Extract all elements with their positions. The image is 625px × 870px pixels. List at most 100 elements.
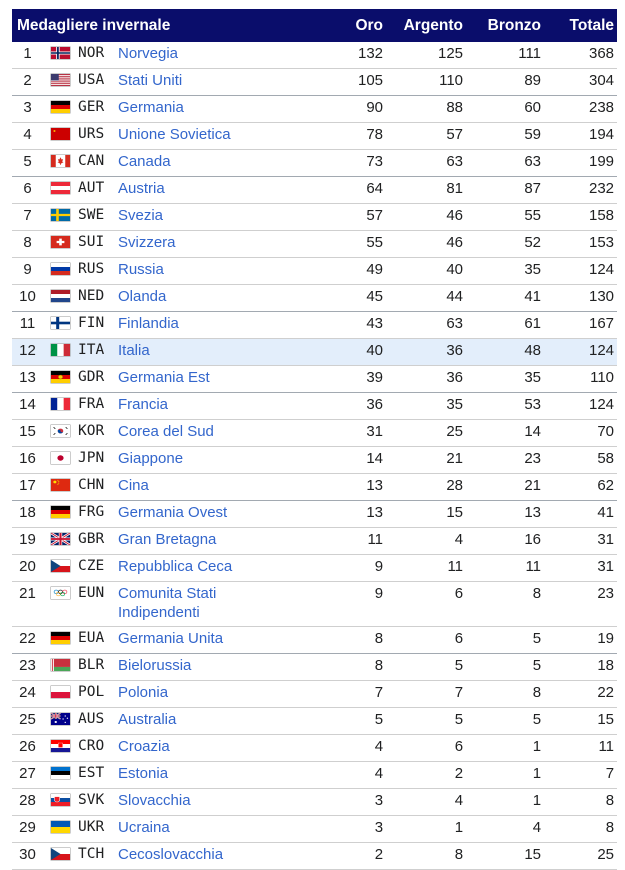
flag-china-icon[interactable] [51,479,70,491]
table-row: 11 FIN Finlandia 43 63 61 167 [12,311,618,339]
country-link[interactable]: Italia [118,342,150,359]
rank-cell: 4 [12,122,43,150]
flag-croatia-icon[interactable] [51,740,70,752]
country-link[interactable]: Germania [118,99,184,116]
flag-ukraine-icon[interactable] [51,821,70,833]
country-link[interactable]: Ucraina [118,819,170,836]
bronze-count: 5 [466,653,545,681]
country-code: AUS [78,707,118,735]
rank-cell: 7 [12,203,43,231]
flag-usa-icon[interactable] [51,74,70,86]
country-link[interactable]: Finlandia [118,315,179,332]
flag-sweden-icon[interactable] [51,209,70,221]
total-count: 31 [544,554,618,582]
bronze-count: 1 [466,734,545,762]
flag-slovakia-icon[interactable] [51,794,70,806]
table-row: 26 CRO Croazia 4 6 1 11 [12,734,618,762]
flag-cell [43,176,78,204]
flag-austria-icon[interactable] [51,182,70,194]
silver-count: 57 [386,122,467,150]
flag-switzerland-icon[interactable] [51,236,70,248]
silver-count: 4 [386,788,467,816]
flag-germany-icon[interactable] [51,101,70,113]
country-link[interactable]: Stati Uniti [118,72,182,89]
flag-canada-icon[interactable] [51,155,70,167]
silver-count: 25 [386,419,467,447]
country-link[interactable]: Norvegia [118,45,178,62]
column-header-total[interactable]: Totale [544,9,618,42]
country-link[interactable]: Cecoslovacchia [118,846,223,863]
country-link[interactable]: Corea del Sud [118,423,214,440]
column-header-silver[interactable]: Argento [386,9,467,42]
country-link[interactable]: Olanda [118,288,166,305]
total-count: 25 [544,842,618,870]
flag-east-germany-icon[interactable] [51,371,70,383]
flag-czech-icon[interactable] [51,848,70,860]
rank-cell: 6 [12,176,43,204]
gold-count: 43 [328,311,387,339]
flag-south-korea-icon[interactable] [51,425,70,437]
country-link[interactable]: Austria [118,180,165,197]
country-link[interactable]: Croazia [118,738,170,755]
flag-uk-icon[interactable] [51,533,70,545]
flag-italy-icon[interactable] [51,344,70,356]
country-name-cell: Cina [118,473,329,501]
flag-japan-icon[interactable] [51,452,70,464]
country-link[interactable]: Bielorussia [118,657,191,674]
flag-olympic-icon[interactable] [51,587,70,599]
gold-count: 64 [328,176,387,204]
country-link[interactable]: Slovacchia [118,792,191,809]
country-code: CAN [78,149,118,177]
country-link[interactable]: Svezia [118,207,163,224]
flag-germany-icon[interactable] [51,632,70,644]
silver-count: 28 [386,473,467,501]
country-link[interactable]: Svizzera [118,234,176,251]
country-name-cell: Germania Est [118,365,329,393]
country-code: CHN [78,473,118,501]
country-link[interactable]: Germania Est [118,369,210,386]
country-link[interactable]: Australia [118,711,176,728]
bronze-count: 89 [466,68,545,96]
country-link[interactable]: Unione Sovietica [118,126,231,143]
bronze-count: 63 [466,149,545,177]
flag-finland-icon[interactable] [51,317,70,329]
country-name-cell: Canada [118,149,329,177]
country-link[interactable]: Russia [118,261,164,278]
flag-australia-icon[interactable] [51,713,70,725]
column-header-gold[interactable]: Oro [328,9,387,42]
medal-table-container: Medagliere invernale Oro Argento Bronzo … [12,9,618,870]
total-count: 238 [544,95,618,123]
country-link[interactable]: Cina [118,477,149,494]
country-link[interactable]: Estonia [118,765,168,782]
country-link[interactable]: Canada [118,153,171,170]
flag-france-icon[interactable] [51,398,70,410]
flag-czech-icon[interactable] [51,560,70,572]
country-link[interactable]: Francia [118,396,168,413]
country-link[interactable]: Polonia [118,684,168,701]
flag-west-germany-icon[interactable] [51,506,70,518]
rank-cell: 21 [12,581,43,627]
silver-count: 46 [386,230,467,258]
country-link[interactable]: Repubblica Ceca [118,558,232,575]
flag-estonia-icon[interactable] [51,767,70,779]
total-count: 7 [544,761,618,789]
rank-cell: 14 [12,392,43,420]
flag-belarus-icon[interactable] [51,659,70,671]
flag-norway-icon[interactable] [51,47,70,59]
flag-russia-icon[interactable] [51,263,70,275]
country-name-cell: Germania [118,95,329,123]
total-count: 11 [544,734,618,762]
country-link[interactable]: Gran Bretagna [118,531,216,548]
column-header-bronze[interactable]: Bronzo [466,9,545,42]
rank-cell: 11 [12,311,43,339]
flag-poland-icon[interactable] [51,686,70,698]
country-link[interactable]: Germania Ovest [118,504,227,521]
country-link[interactable]: Giappone [118,450,183,467]
country-name-cell: Polonia [118,680,329,708]
flag-cell [43,473,78,501]
country-link[interactable]: Comunita Stati Indipendenti [118,585,216,621]
flag-netherlands-icon[interactable] [51,290,70,302]
flag-cell [43,527,78,555]
flag-ussr-icon[interactable] [51,128,70,140]
country-link[interactable]: Germania Unita [118,630,223,647]
